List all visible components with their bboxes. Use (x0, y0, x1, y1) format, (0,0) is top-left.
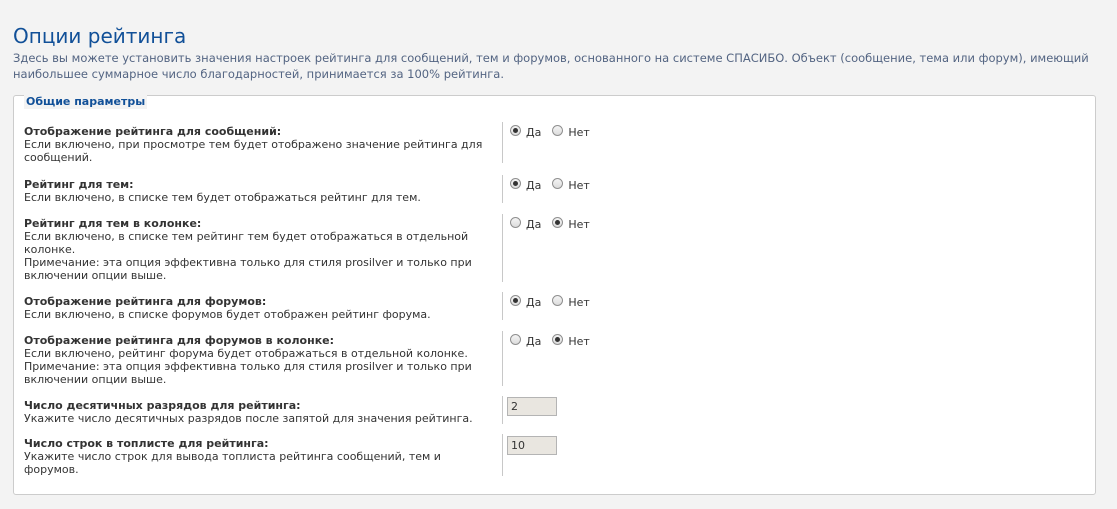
radio-button-yes[interactable] (510, 295, 521, 306)
row-divider (502, 396, 503, 424)
option-description: Если включено, в списке форумов будет от… (24, 308, 431, 321)
radio-group: Да Нет (510, 216, 601, 231)
option-title: Отображение рейтинга для сообщений: (24, 125, 282, 138)
radio-group: Да Нет (510, 294, 601, 309)
radio-no[interactable]: Нет (552, 216, 590, 231)
option-title: Отображение рейтинга для форумов: (24, 295, 267, 308)
row-divider (502, 331, 503, 386)
radio-button-no[interactable] (552, 125, 564, 136)
page-title: Опции рейтинга (13, 24, 187, 48)
radio-no[interactable]: Нет (552, 333, 590, 348)
row-divider (502, 434, 503, 476)
option-title: Рейтинг для тем: (24, 178, 134, 191)
radio-group: Да Нет (510, 177, 601, 192)
option-description: Если включено, при просмотре тем будет о… (24, 138, 483, 164)
radio-no[interactable]: Нет (552, 124, 590, 139)
option-description: Если включено, в списке тем будет отобра… (24, 191, 421, 204)
radio-label-no: Нет (568, 179, 590, 192)
radio-button-no[interactable] (552, 178, 564, 189)
radio-yes[interactable]: Да (510, 177, 542, 192)
radio-label-yes: Да (526, 335, 542, 348)
page-intro: Здесь вы можете установить значения наст… (13, 51, 1089, 81)
option-description: Если включено, в списке тем рейтинг тем … (24, 230, 469, 256)
radio-button-yes[interactable] (510, 217, 521, 228)
radio-yes[interactable]: Да (510, 124, 542, 139)
radio-label-no: Нет (568, 335, 590, 348)
radio-label-no: Нет (568, 126, 590, 139)
radio-label-yes: Да (526, 296, 542, 309)
radio-button-no[interactable] (552, 334, 564, 345)
radio-group: Да Нет (510, 124, 601, 139)
toplist-rows-input[interactable] (507, 436, 557, 455)
option-description: Если включено, рейтинг форума будет отоб… (24, 347, 468, 360)
fieldset-legend: Общие параметры (24, 95, 148, 109)
radio-group: Да Нет (510, 333, 601, 348)
radio-button-no[interactable] (552, 217, 564, 228)
row-divider (502, 175, 503, 203)
radio-label-yes: Да (526, 218, 542, 231)
option-description: Укажите число строк для вывода топлиста … (24, 450, 441, 476)
radio-yes[interactable]: Да (510, 333, 542, 348)
radio-no[interactable]: Нет (552, 177, 590, 192)
radio-label-yes: Да (526, 126, 542, 139)
radio-yes[interactable]: Да (510, 294, 542, 309)
radio-yes[interactable]: Да (510, 216, 542, 231)
radio-label-no: Нет (568, 296, 590, 309)
option-description: Укажите число десятичных разрядов после … (24, 412, 473, 425)
radio-button-yes[interactable] (510, 334, 521, 345)
option-note: Примечание: эта опция эффективна только … (24, 360, 472, 386)
radio-button-yes[interactable] (510, 125, 521, 136)
option-title: Отображение рейтинга для форумов в колон… (24, 334, 335, 347)
radio-label-no: Нет (568, 218, 590, 231)
row-divider (502, 292, 503, 320)
radio-no[interactable]: Нет (552, 294, 590, 309)
option-title: Рейтинг для тем в колонке: (24, 217, 202, 230)
decimal-places-input[interactable] (507, 397, 557, 416)
row-divider (502, 122, 503, 163)
radio-button-no[interactable] (552, 295, 564, 306)
radio-label-yes: Да (526, 179, 542, 192)
row-divider (502, 214, 503, 282)
option-title: Число десятичных разрядов для рейтинга: (24, 399, 301, 412)
radio-button-yes[interactable] (510, 178, 521, 189)
option-note: Примечание: эта опция эффективна только … (24, 256, 472, 282)
option-title: Число строк в топлисте для рейтинга: (24, 437, 269, 450)
